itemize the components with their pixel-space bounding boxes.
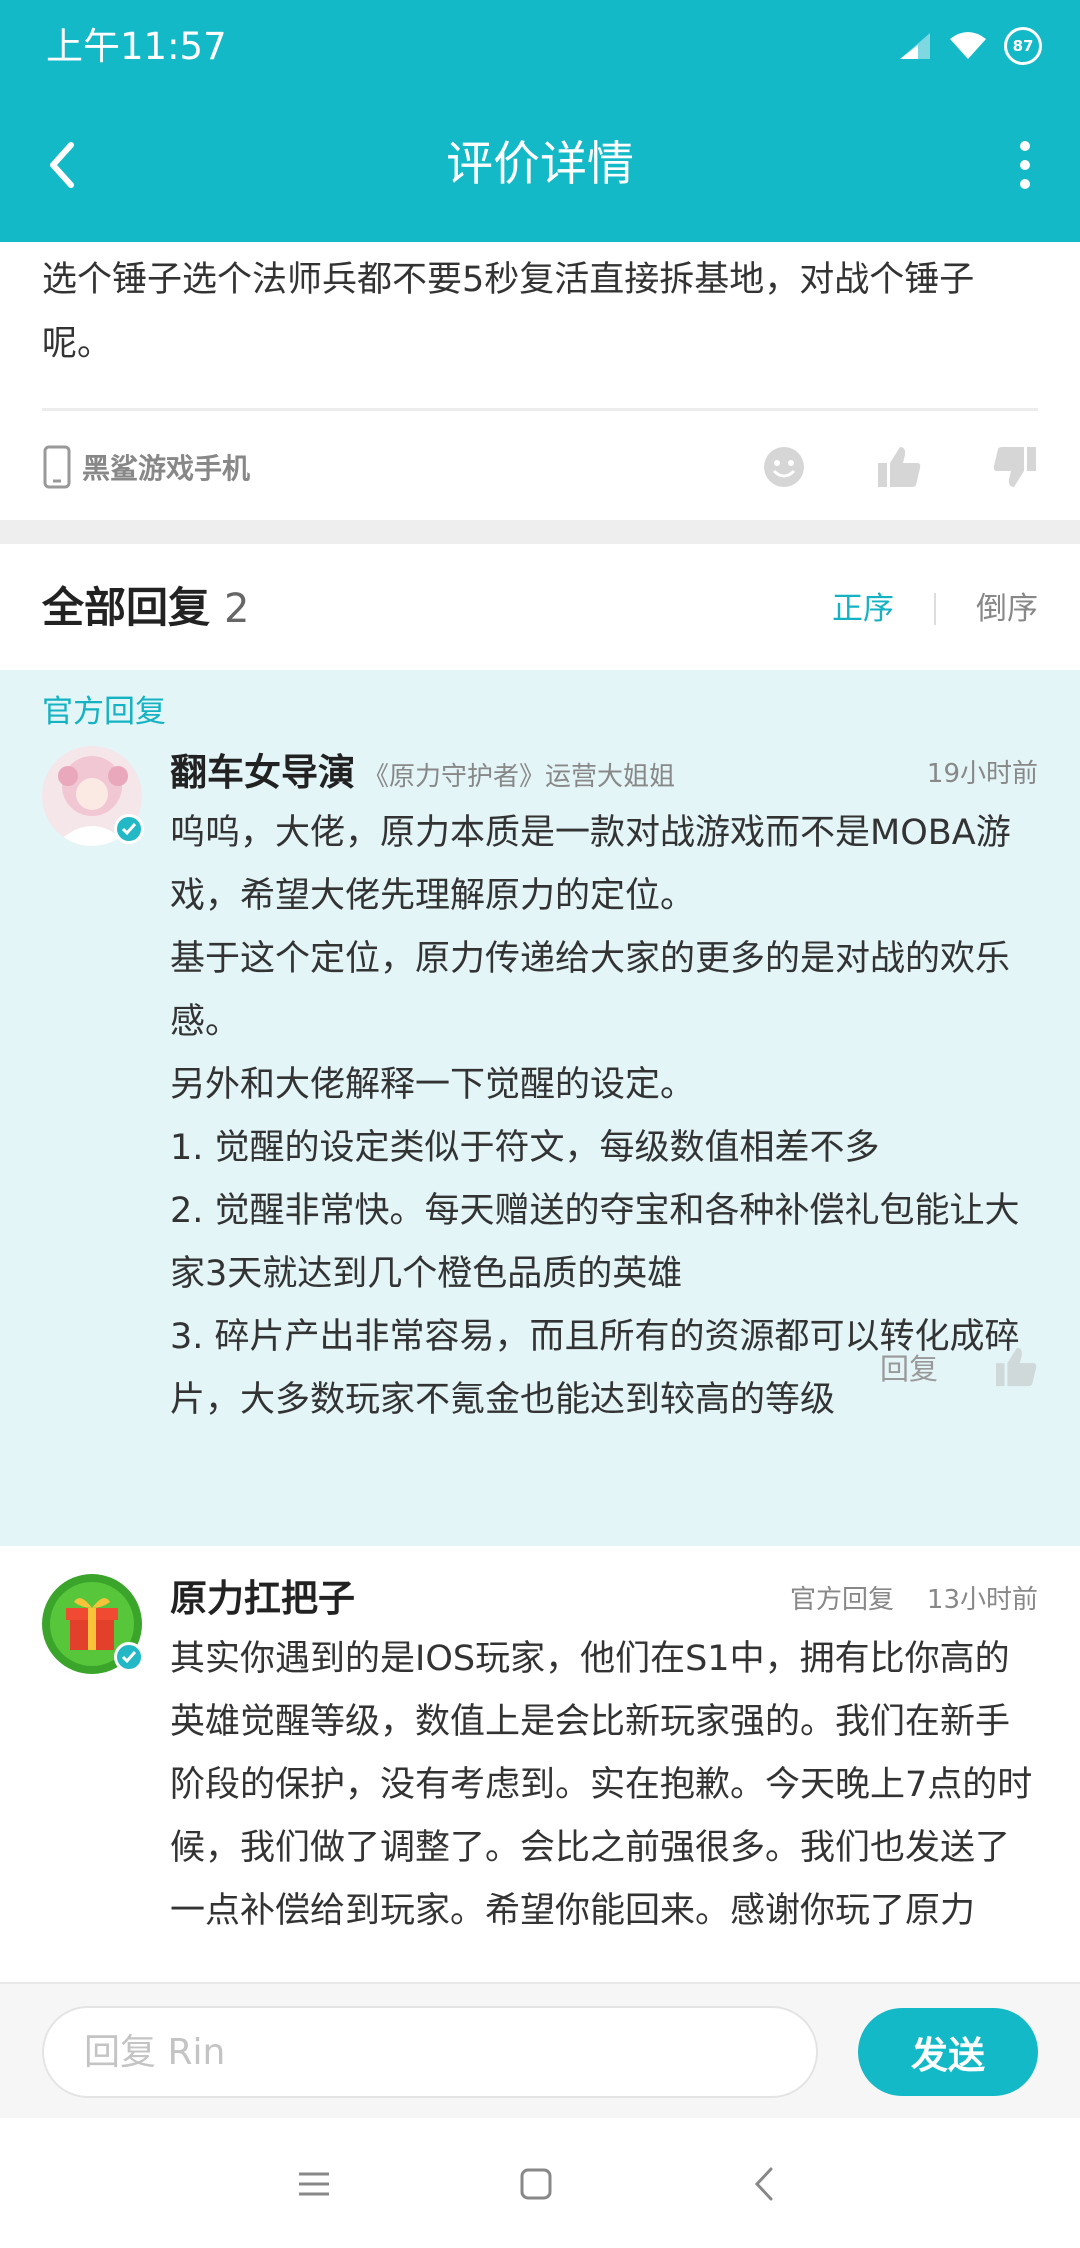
replies-count: 2 [224, 586, 250, 632]
reply-username: 原力扛把子 [170, 1577, 355, 1620]
reply-time: 19小时前 [926, 759, 1038, 789]
reply-input[interactable] [42, 2006, 818, 2098]
replies-title-label: 全部回复 [42, 583, 211, 632]
reply-input-bar: 发送 [0, 1982, 1080, 2118]
review-actions [762, 440, 1038, 494]
device-name: 黑鲨游戏手机 [82, 452, 251, 485]
system-nav-bar [0, 2118, 1080, 2248]
status-time: 上午11:57 [46, 25, 227, 68]
user-title: 《原力守护者》运营大姐姐 [363, 762, 676, 792]
send-button[interactable]: 发送 [858, 2008, 1038, 2096]
status-icons: 87 [898, 26, 1042, 66]
sort-ascending-button[interactable]: 正序 [832, 586, 894, 632]
official-reply-label: 官方回复 [789, 1585, 894, 1615]
more-dot [1020, 141, 1030, 151]
thumbs-up-icon[interactable] [876, 445, 922, 489]
menu-nav-button[interactable] [286, 2156, 342, 2212]
more-dot [1020, 160, 1030, 170]
more-dot [1020, 179, 1030, 189]
battery-icon: 87 [1004, 27, 1042, 65]
back-nav-button[interactable] [736, 2156, 792, 2212]
signal-icon [900, 33, 930, 59]
reply-button[interactable]: 回复 [880, 1346, 938, 1388]
reply-username: 翻车女导演 《原力守护者》运营大姐姐 [170, 748, 675, 802]
reply-paragraph: 2. 觉醒非常快。每天赠送的夺宝和各种补偿礼包能让大家3天就达到几个橙色品质的英… [170, 1191, 1020, 1294]
reply-actions: 回复 [880, 1346, 1038, 1388]
phone-icon [43, 445, 71, 489]
sort-descending-button[interactable]: 倒序 [976, 586, 1038, 632]
page-title: 评价详情 [446, 137, 634, 192]
reply-body: 其实你遇到的是IOS玩家，他们在S1中，拥有比你高的英雄觉醒等级，数值上是会比新… [170, 1639, 1033, 1931]
verified-badge-icon [114, 814, 144, 844]
verified-badge-icon [114, 1642, 144, 1672]
reply-paragraph: 呜呜，大佬，原力本质是一款对战游戏而不是MOBA游戏，希望大佬先理解原力的定位。 [170, 813, 1011, 916]
wifi-icon [950, 32, 986, 59]
home-square-icon [520, 2168, 552, 2200]
divider [42, 408, 1038, 411]
sort-divider [934, 593, 936, 625]
thumbs-down-icon[interactable] [992, 445, 1038, 489]
reply-time: 13小时前 [926, 1585, 1038, 1615]
more-options-button[interactable] [1008, 128, 1042, 202]
thumbs-up-icon[interactable] [994, 1346, 1038, 1388]
replies-header: 全部回复 2 正序 倒序 [0, 544, 1080, 670]
reply-paragraph: 另外和大佬解释一下觉醒的设定。 [170, 1065, 696, 1105]
official-reply-card: 官方回复 翻车女导演 《原力守护者》运营大姐姐 19小时前 呜呜，大佬，原力本质是… [0, 670, 1080, 1546]
home-nav-button[interactable] [508, 2156, 564, 2212]
section-divider [0, 520, 1080, 544]
official-reply-tag: 官方回复 [42, 694, 166, 730]
app-header: 上午11:57 87 评价详情 [0, 0, 1080, 242]
sort-toggle: 正序 倒序 [832, 586, 1038, 632]
avatar[interactable] [42, 1574, 144, 1674]
avatar[interactable] [42, 746, 144, 846]
back-triangle-icon [754, 2167, 773, 2201]
replies-title: 全部回复 2 [42, 578, 249, 639]
device-info: 黑鲨游戏手机 [42, 442, 250, 492]
emoji-icon[interactable] [762, 445, 806, 489]
reply-body: 呜呜，大佬，原力本质是一款对战游戏而不是MOBA游戏，希望大佬先理解原力的定位。… [170, 802, 1042, 1432]
username-text: 翻车女导演 [170, 751, 355, 794]
reply-card: 原力扛把子 官方回复 13小时前 其实你遇到的是IOS玩家，他们在S1中，拥有比… [0, 1546, 1080, 1982]
menu-icon [299, 2172, 329, 2196]
reply-paragraph: 基于这个定位，原力传递给大家的更多的是对战的欢乐感。 [170, 939, 1011, 1042]
review-text: 选个锤子选个法师兵都不要5秒复活直接拆基地，对战个锤子呢。 [42, 260, 975, 364]
reply-paragraph: 1. 觉醒的设定类似于符文，每级数值相差不多 [170, 1128, 880, 1168]
